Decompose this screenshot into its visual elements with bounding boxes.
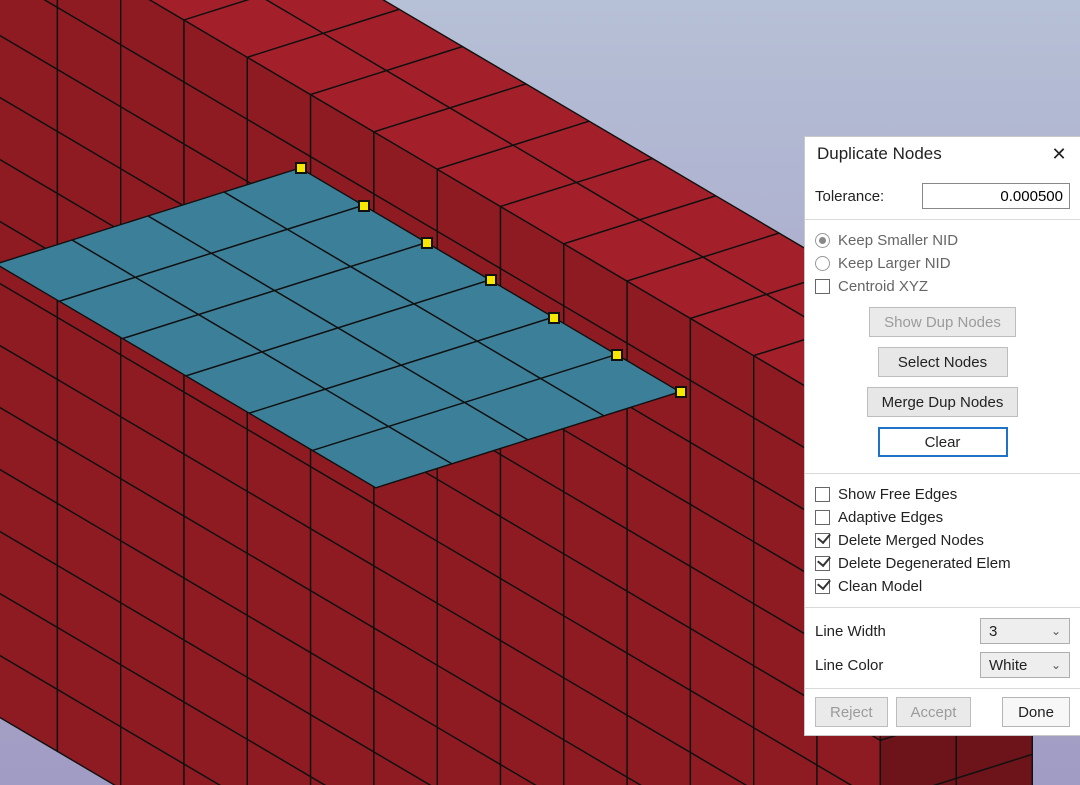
close-icon[interactable]: ✕ [1048, 143, 1070, 165]
checkbox-icon [815, 510, 830, 525]
line-width-label: Line Width [815, 623, 886, 640]
select-nodes-button[interactable]: Select Nodes [878, 347, 1008, 377]
checkbox-centroid-xyz[interactable]: Centroid XYZ [815, 278, 1070, 295]
checkbox-clean-model[interactable]: Clean Model [815, 578, 1070, 595]
duplicate-node-marker[interactable] [611, 349, 623, 361]
radio-dot-icon [815, 233, 830, 248]
checkbox-icon [815, 279, 830, 294]
duplicate-node-marker[interactable] [548, 312, 560, 324]
duplicate-nodes-panel: Duplicate Nodes ✕ Tolerance: Keep Smalle… [804, 136, 1080, 736]
tolerance-input[interactable] [922, 183, 1070, 209]
checkbox-icon [815, 556, 830, 571]
line-color-label: Line Color [815, 657, 883, 674]
chevron-down-icon: ⌄ [1051, 624, 1061, 638]
line-color-select[interactable]: White ⌄ [980, 652, 1070, 678]
duplicate-node-marker[interactable] [421, 237, 433, 249]
panel-title: Duplicate Nodes [817, 144, 942, 164]
checkbox-adaptive-edges[interactable]: Adaptive Edges [815, 509, 1070, 526]
clear-button[interactable]: Clear [878, 427, 1008, 457]
radio-keep-larger-nid[interactable]: Keep Larger NID [815, 255, 1070, 272]
duplicate-node-marker[interactable] [295, 162, 307, 174]
reject-button[interactable]: Reject [815, 697, 888, 727]
radio-dot-icon [815, 256, 830, 271]
merge-dup-nodes-button[interactable]: Merge Dup Nodes [867, 387, 1019, 417]
duplicate-node-marker[interactable] [358, 200, 370, 212]
checkbox-delete-merged-nodes[interactable]: Delete Merged Nodes [815, 532, 1070, 549]
duplicate-node-marker[interactable] [675, 386, 687, 398]
chevron-down-icon: ⌄ [1051, 658, 1061, 672]
radio-keep-smaller-nid[interactable]: Keep Smaller NID [815, 232, 1070, 249]
checkbox-icon [815, 579, 830, 594]
line-width-select[interactable]: 3 ⌄ [980, 618, 1070, 644]
tolerance-label: Tolerance: [815, 188, 884, 205]
show-dup-nodes-button[interactable]: Show Dup Nodes [869, 307, 1016, 337]
checkbox-show-free-edges[interactable]: Show Free Edges [815, 486, 1070, 503]
accept-button[interactable]: Accept [896, 697, 972, 727]
checkbox-delete-degenerated-elem[interactable]: Delete Degenerated Elem [815, 555, 1070, 572]
checkbox-icon [815, 487, 830, 502]
duplicate-node-marker[interactable] [485, 274, 497, 286]
done-button[interactable]: Done [1002, 697, 1070, 727]
checkbox-icon [815, 533, 830, 548]
